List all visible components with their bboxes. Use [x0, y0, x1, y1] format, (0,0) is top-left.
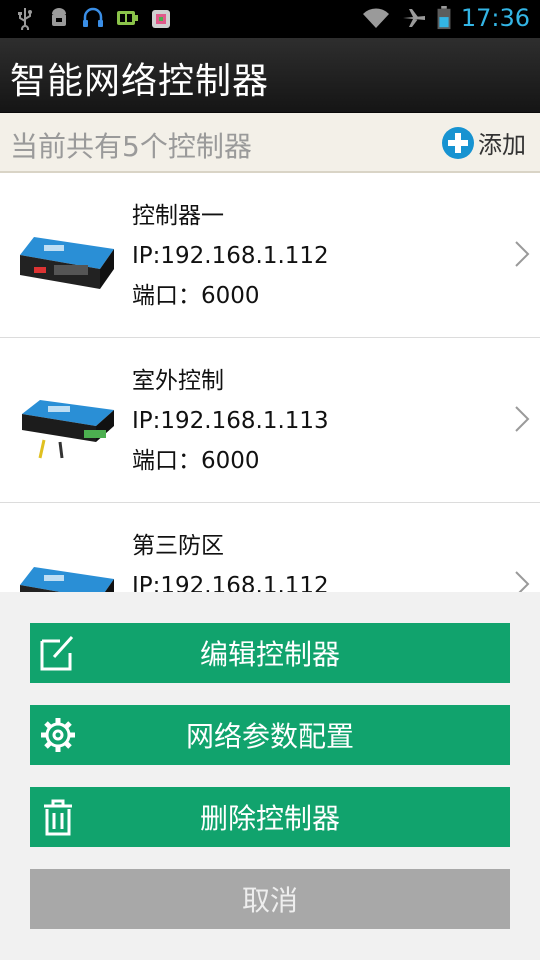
network-settings-label: 网络参数配置 [185, 720, 354, 753]
edit-controller-label: 编辑控制器 [199, 638, 340, 671]
edit-icon [40, 635, 74, 671]
cancel-button[interactable]: 取消 [30, 869, 510, 929]
controller-device-image [22, 400, 114, 459]
cancel-label: 取消 [241, 884, 298, 917]
page-title: 智能网络控制器 [10, 61, 270, 102]
delete-controller-button[interactable]: 删除控制器 [30, 787, 510, 847]
android-debug-icon [52, 8, 66, 26]
add-label: 添加 [478, 131, 526, 159]
controller-count: 当前共有5个控制器 [10, 130, 252, 163]
trash-icon [44, 799, 72, 836]
chevron-right-icon [515, 406, 530, 432]
battery-app-icon [117, 11, 138, 25]
add-controller-button[interactable]: 添加 [442, 125, 526, 160]
controller-info: 控制器一 IP:192.168.1.112 端口：6000 [132, 199, 329, 319]
controller-name: 控制器一 [132, 203, 224, 229]
headset-icon [83, 7, 103, 27]
airplane-icon [402, 9, 425, 27]
action-sheet: 编辑控制器 网络参数配置 删除控制器 取消 [0, 592, 540, 960]
network-settings-button[interactable]: 网络参数配置 [30, 705, 510, 765]
list-item[interactable]: 控制器一 IP:192.168.1.112 端口：6000 [0, 173, 540, 338]
controller-ip: IP:192.168.1.113 [132, 408, 329, 434]
clock: 17:36 [460, 4, 530, 32]
usb-icon [18, 8, 32, 30]
status-bar: 17:36 [0, 0, 540, 38]
controller-device-image [20, 237, 114, 289]
controller-info: 室外控制 IP:192.168.1.113 端口：6000 [132, 364, 329, 484]
chevron-right-icon [515, 241, 530, 267]
gear-icon [41, 718, 75, 752]
controller-port: 端口：6000 [132, 283, 260, 309]
list-header: 当前共有5个控制器 添加 [0, 113, 540, 173]
controller-port: 端口：6000 [132, 448, 260, 474]
delete-controller-label: 删除控制器 [199, 802, 340, 835]
action-bar: 智能网络控制器 [0, 38, 540, 114]
plus-circle-icon [442, 126, 474, 159]
controller-ip: IP:192.168.1.112 [132, 243, 329, 269]
controller-name: 室外控制 [132, 368, 224, 394]
status-right: 17:36 [361, 4, 530, 32]
controller-name: 第三防区 [132, 533, 224, 559]
list-item[interactable]: 室外控制 IP:192.168.1.113 端口：6000 [0, 338, 540, 503]
battery-icon [437, 6, 451, 30]
wifi-icon [362, 8, 389, 28]
status-left-icons [14, 6, 172, 30]
edit-controller-button[interactable]: 编辑控制器 [30, 623, 510, 683]
app-store-icon [152, 10, 170, 28]
